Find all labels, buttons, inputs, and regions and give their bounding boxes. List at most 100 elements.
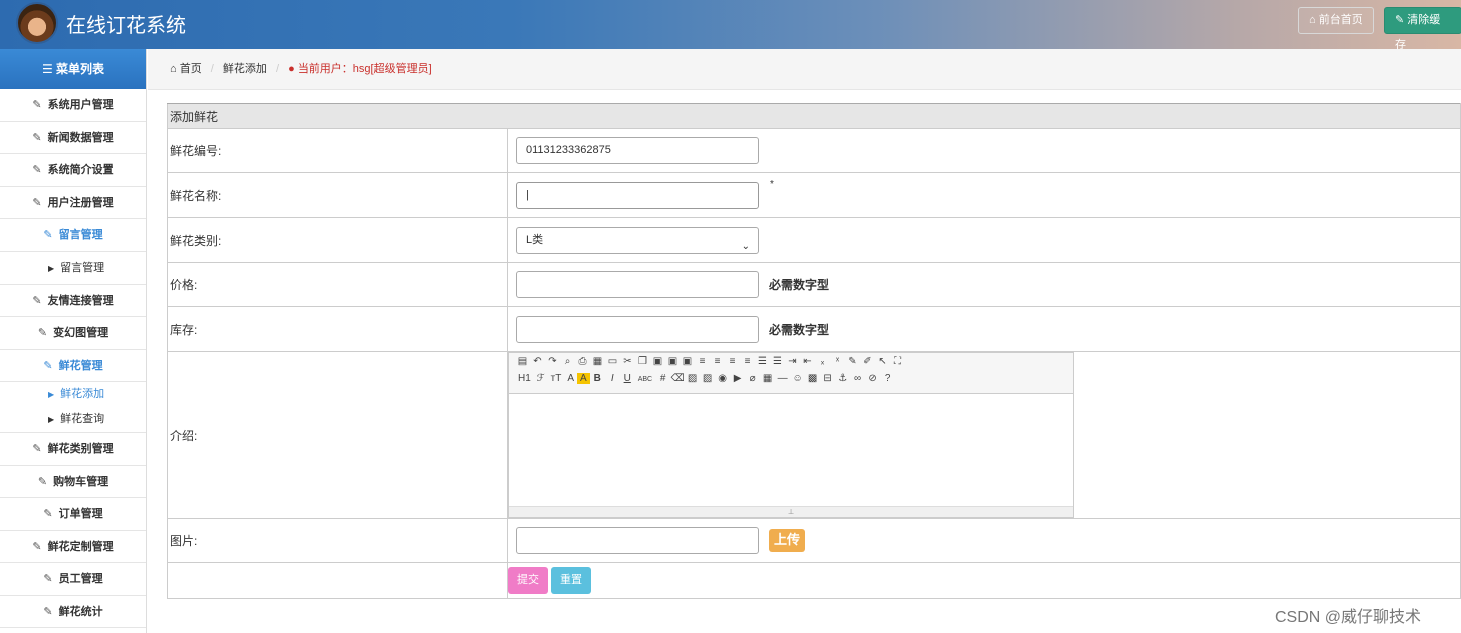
image-path-input[interactable] — [516, 527, 759, 554]
underline-button[interactable]: U — [620, 373, 635, 384]
reset-button[interactable]: 重置 — [551, 567, 591, 594]
paste-text-icon[interactable]: ▣ — [665, 356, 680, 367]
flower-name-input[interactable]: | — [516, 181, 759, 209]
caret-right-icon: ▶ — [48, 390, 55, 399]
home-page-button[interactable]: ⌂ 前台首页 — [1298, 7, 1374, 34]
edit-icon: ✎ — [32, 164, 42, 176]
sidebar-item-cart[interactable]: ✎ 购物车管理 — [0, 465, 146, 498]
eraser-icon[interactable]: ⌫ — [670, 373, 685, 384]
preview-icon[interactable]: ⌕ — [560, 356, 575, 367]
justify-icon[interactable]: ≡ — [740, 356, 755, 367]
sidebar-item-label: 订单管理 — [58, 508, 103, 520]
edit-icon: ✎ — [43, 573, 53, 585]
sidebar-item-system-users[interactable]: ✎ 系统用户管理 — [0, 89, 146, 122]
sidebar-item-label: 系统用户管理 — [47, 99, 114, 111]
submit-button[interactable]: 提交 — [508, 567, 548, 594]
ordered-list-icon[interactable]: ☰ — [755, 356, 770, 367]
sidebar-item-staff[interactable]: ✎ 员工管理 — [0, 563, 146, 596]
indent-icon[interactable]: ⇥ — [785, 356, 800, 367]
upload-button[interactable]: 上传 — [769, 529, 805, 552]
code-icon[interactable]: ▭ — [605, 356, 620, 367]
edit-icon: ✎ — [43, 359, 53, 372]
highlight-color-button[interactable]: A — [577, 373, 590, 384]
copy-icon[interactable]: ❐ — [635, 356, 650, 367]
sidebar-item-system-intro[interactable]: ✎ 系统简介设置 — [0, 154, 146, 187]
font-size-dropdown[interactable]: тT — [548, 373, 565, 384]
stock-input[interactable] — [516, 315, 759, 343]
top-header: 在线订花系统 ⌂ 前台首页 ✎ 清除缓存 — [0, 0, 1461, 51]
font-family-dropdown[interactable]: ℱ — [534, 373, 548, 384]
home-icon: ⌂ — [170, 63, 177, 75]
sidebar-subitem-flower-query[interactable]: ▶ 鲜花查询 — [0, 407, 146, 432]
paste-word-icon[interactable]: ▣ — [680, 356, 695, 367]
unordered-list-icon[interactable]: ☰ — [770, 356, 785, 367]
flower-category-select[interactable]: L类 ⌄ — [516, 226, 759, 254]
undo-icon[interactable]: ↶ — [530, 356, 545, 367]
source-icon[interactable]: ▤ — [515, 356, 530, 367]
sidebar-item-flower-stats[interactable]: ✎ 鲜花统计 — [0, 595, 146, 628]
link-icon[interactable]: ∞ — [850, 373, 865, 384]
emoji-icon[interactable]: ☺ — [790, 373, 805, 384]
attachment-icon[interactable]: ⌀ — [745, 373, 760, 384]
edit-icon: ✎ — [37, 475, 48, 488]
unlink-icon[interactable]: ⊘ — [865, 373, 880, 384]
sidebar-item-flower-categories[interactable]: ✎ 鲜花类别管理 — [0, 433, 146, 466]
sidebar-item-flowers[interactable]: ✎ 鲜花管理 — [0, 349, 146, 382]
heading-dropdown[interactable]: H1 — [515, 373, 534, 384]
media-icon[interactable]: ◉ — [715, 373, 730, 384]
video-icon[interactable]: ▶ — [730, 373, 745, 384]
sidebar-item-user-registration[interactable]: ✎ 用户注册管理 — [0, 186, 146, 219]
outdent-icon[interactable]: ⇤ — [800, 356, 815, 367]
sidebar-item-messages[interactable]: ✎ 留言管理 — [0, 219, 146, 252]
help-icon[interactable]: ? — [880, 373, 895, 384]
image-icon[interactable]: ▨ — [685, 373, 700, 384]
app-title: 在线订花系统 — [66, 13, 186, 37]
sidebar-item-orders[interactable]: ✎ 订单管理 — [0, 498, 146, 531]
subscript-icon[interactable]: ₓ — [815, 356, 830, 367]
align-right-icon[interactable]: ≡ — [725, 356, 740, 367]
code-label: 鲜花编号: — [167, 128, 508, 173]
cursor-icon[interactable]: ↖ — [875, 356, 890, 367]
sidebar-subitem-messages[interactable]: ▶ 留言管理 — [0, 251, 146, 284]
flash-icon[interactable]: ▨ — [700, 373, 715, 384]
flower-code-input[interactable]: 01131233362875 — [516, 137, 759, 164]
breadcrumb-home-link[interactable]: 首页 — [180, 63, 202, 75]
edit-icon: ✎ — [32, 196, 42, 209]
bold-button[interactable]: B — [590, 373, 605, 384]
edit-icon: ✎ — [32, 99, 42, 111]
sidebar-item-news[interactable]: ✎ 新闻数据管理 — [0, 121, 146, 154]
sidebar-item-custom-flowers[interactable]: ✎ 鲜花定制管理 — [0, 530, 146, 563]
wrench-icon: ✎ — [1395, 14, 1405, 26]
clear-cache-button[interactable]: ✎ 清除缓存 — [1384, 7, 1461, 51]
sidebar-subitem-flower-add[interactable]: ▶ 鲜花添加 — [0, 382, 146, 407]
italic-button[interactable]: I — [605, 373, 620, 384]
edit-icon: ✎ — [32, 443, 42, 455]
insert-table-icon[interactable]: ▦ — [760, 373, 775, 384]
menu-list-header[interactable]: ☰ 菜单列表 — [0, 49, 146, 89]
font-color-button[interactable]: A — [564, 373, 577, 384]
editor-content-area[interactable] — [509, 394, 1073, 506]
clear-format-icon[interactable]: ✎ — [845, 356, 860, 367]
align-center-icon[interactable]: ≡ — [710, 356, 725, 367]
cut-icon[interactable]: ✂ — [620, 356, 635, 367]
price-label: 价格: — [167, 262, 508, 307]
table-icon[interactable]: # — [655, 373, 670, 384]
hr-icon[interactable]: ― — [775, 373, 790, 384]
sidebar-item-friend-links[interactable]: ✎ 友情连接管理 — [0, 284, 146, 317]
sidebar-item-carousel[interactable]: ✎ 变幻图管理 — [0, 317, 146, 350]
sidebar-submenu-messages: ▶ 留言管理 — [0, 251, 146, 285]
align-left-icon[interactable]: ≡ — [695, 356, 710, 367]
print-icon[interactable]: ⎙ — [575, 356, 590, 367]
price-input[interactable] — [516, 271, 759, 298]
anchor-icon[interactable]: ⚓ — [835, 373, 850, 384]
select-all-icon[interactable]: ✐ — [860, 356, 875, 367]
pagebreak-icon[interactable]: ⊟ — [820, 373, 835, 384]
picture-icon[interactable]: ▩ — [805, 373, 820, 384]
fullscreen-icon[interactable]: ⛶ — [890, 356, 905, 367]
editor-resize-handle[interactable]: ⟂ — [509, 506, 1073, 517]
template-icon[interactable]: ▦ — [590, 356, 605, 367]
paste-icon[interactable]: ▣ — [650, 356, 665, 367]
redo-icon[interactable]: ↷ — [545, 356, 560, 367]
superscript-icon[interactable]: ˣ — [830, 356, 845, 367]
strikethrough-button[interactable]: ABC — [635, 376, 655, 383]
